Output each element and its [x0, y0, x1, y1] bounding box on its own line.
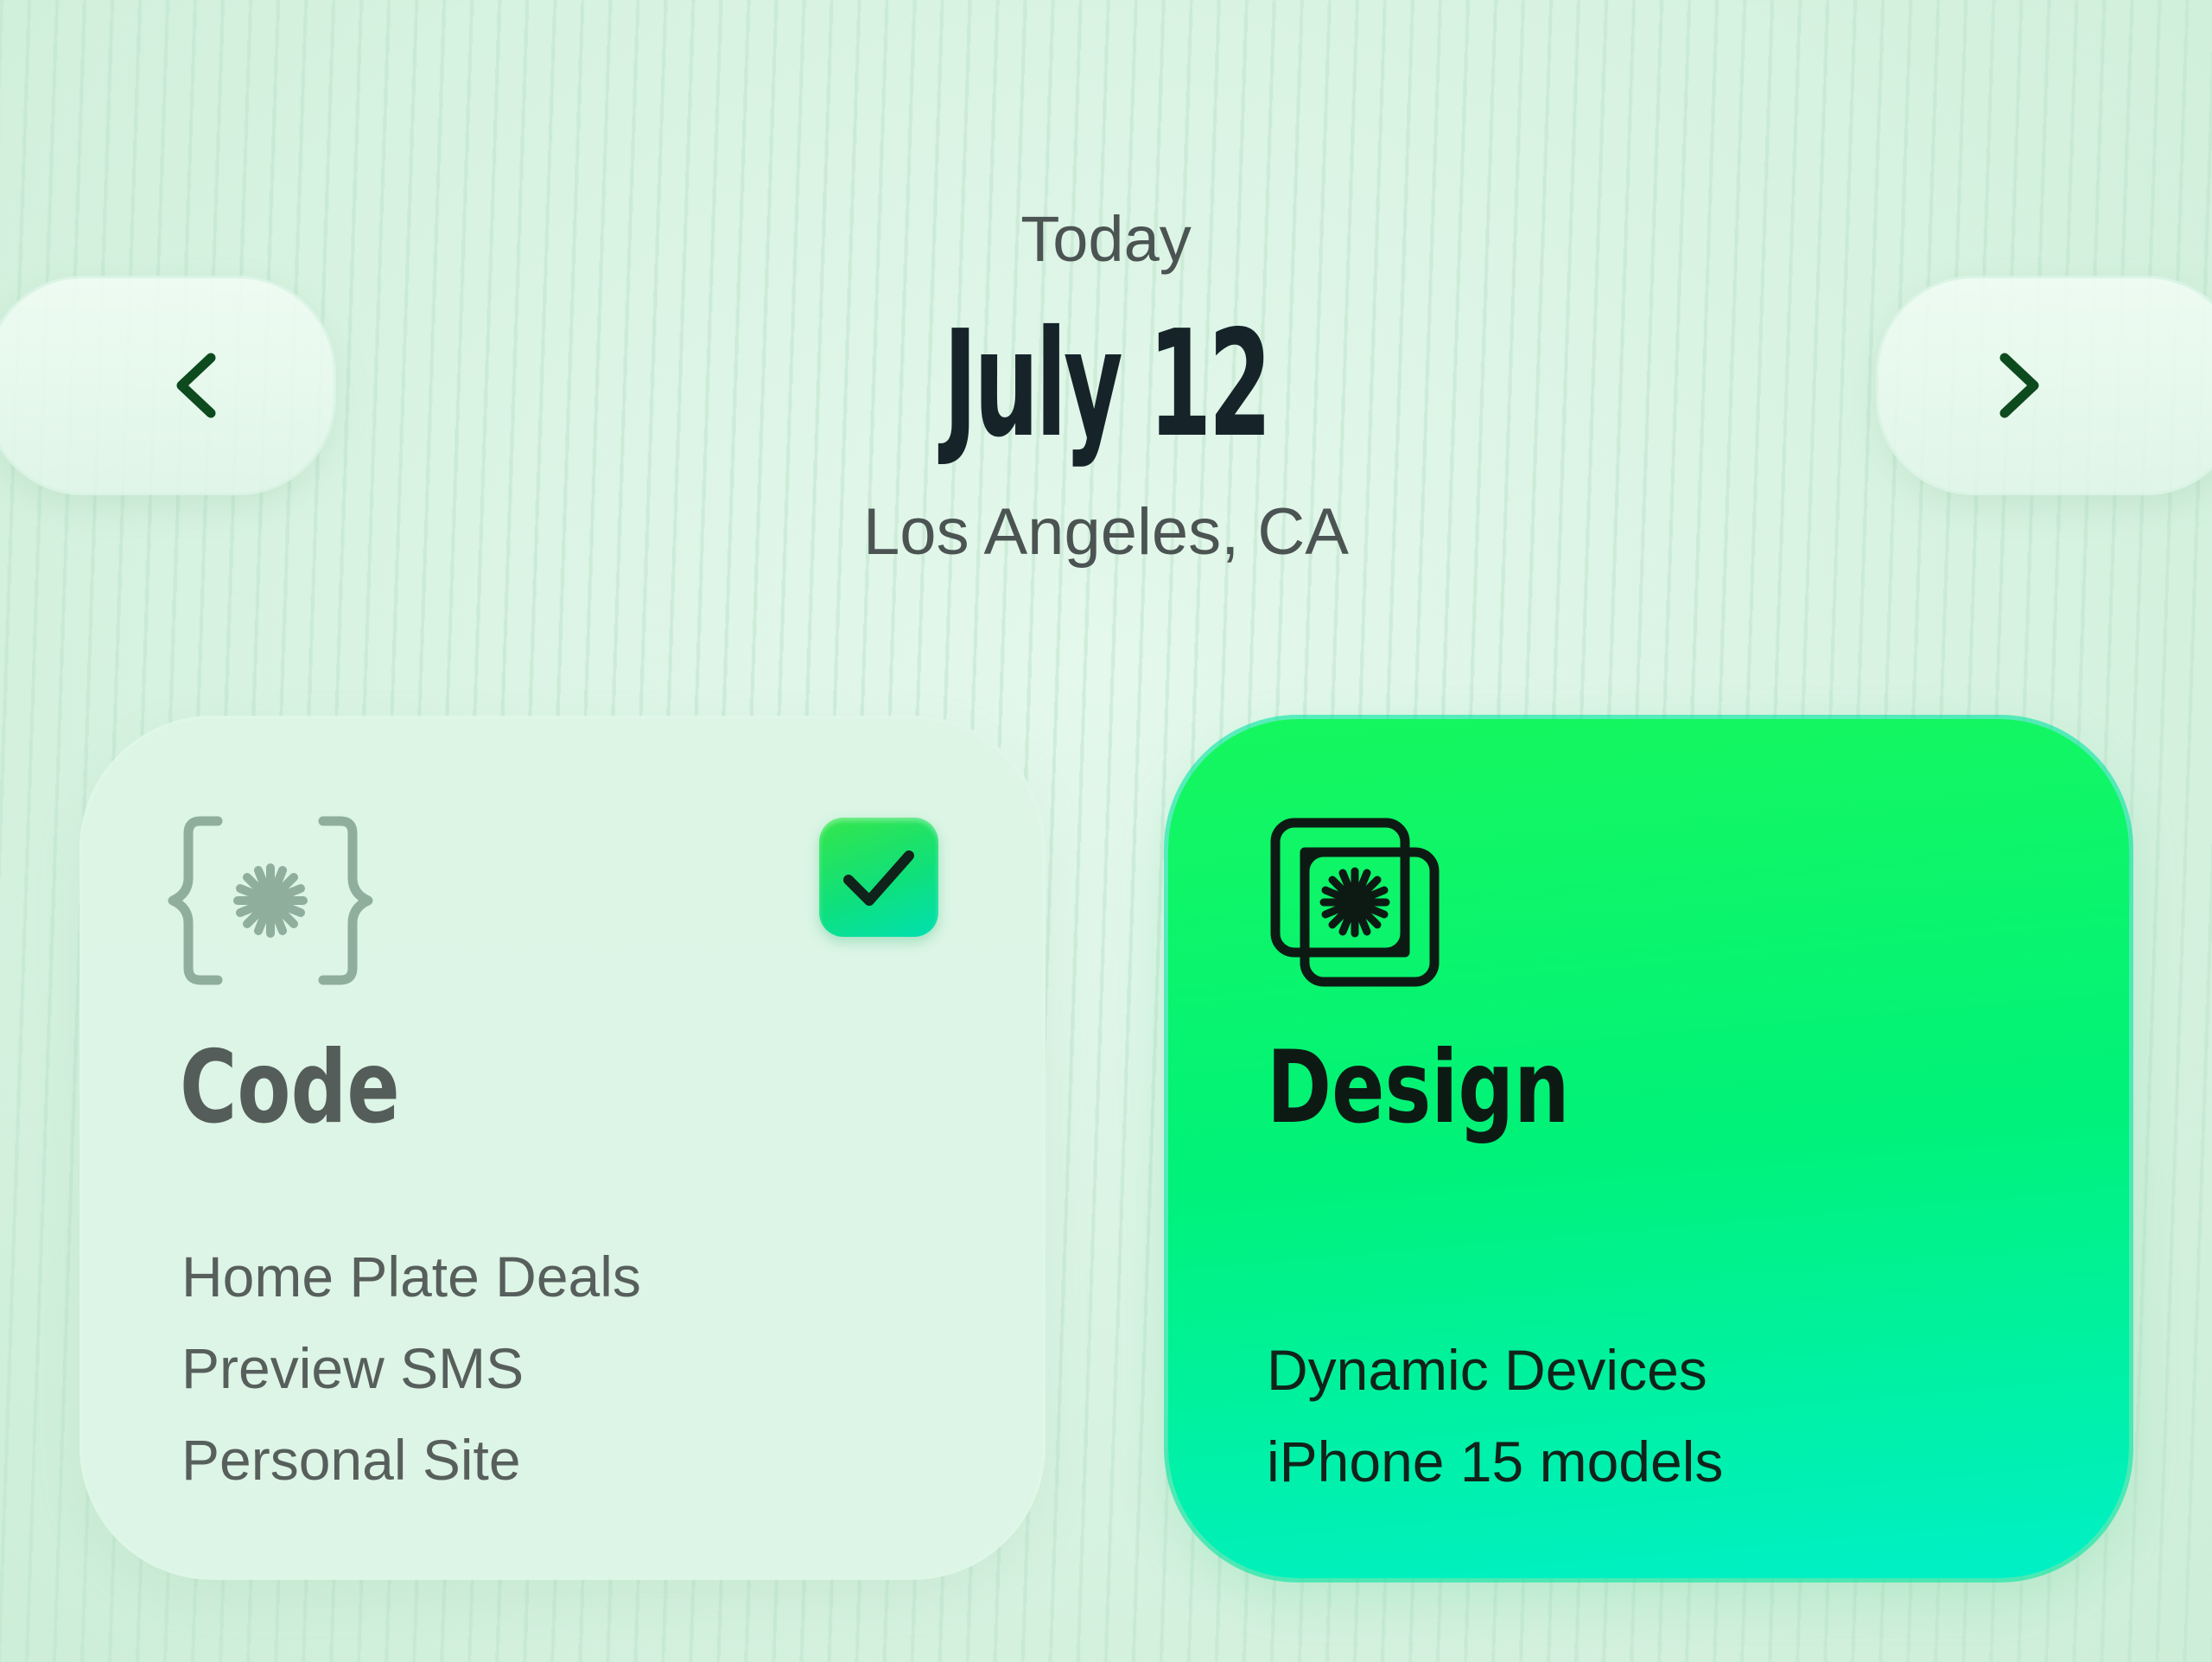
location-label: Los Angeles, CA [863, 495, 1349, 569]
design-frames-icon [1270, 818, 1440, 987]
next-day-button[interactable] [1878, 278, 2212, 493]
design-card[interactable]: Design Dynamic Devices iPhone 15 models [1168, 719, 2129, 1578]
list-item[interactable]: Home Plate Deals [181, 1231, 641, 1322]
checkmark-icon [843, 850, 914, 906]
card-title: Code [180, 1029, 400, 1146]
date-title: July 12 [943, 299, 1272, 470]
code-braces-icon [168, 816, 373, 985]
list-item[interactable]: iPhone 15 models [1267, 1416, 1723, 1507]
today-label: Today [1020, 203, 1192, 275]
list-item[interactable]: Dynamic Devices [1267, 1324, 1723, 1416]
chevron-right-icon [1999, 353, 2039, 418]
completed-checkbox[interactable] [819, 818, 938, 937]
card-title: Design [1267, 1029, 1570, 1146]
card-item-list: Dynamic Devices iPhone 15 models [1267, 1324, 1723, 1507]
card-item-list: Home Plate Deals Preview SMS Personal Si… [181, 1231, 641, 1506]
chevron-left-icon [176, 353, 216, 418]
previous-day-button[interactable] [0, 278, 334, 493]
code-card[interactable]: Code Home Plate Deals Preview SMS Person… [83, 719, 1042, 1576]
list-item[interactable]: Personal Site [181, 1414, 641, 1506]
list-item[interactable]: Preview SMS [181, 1322, 641, 1414]
